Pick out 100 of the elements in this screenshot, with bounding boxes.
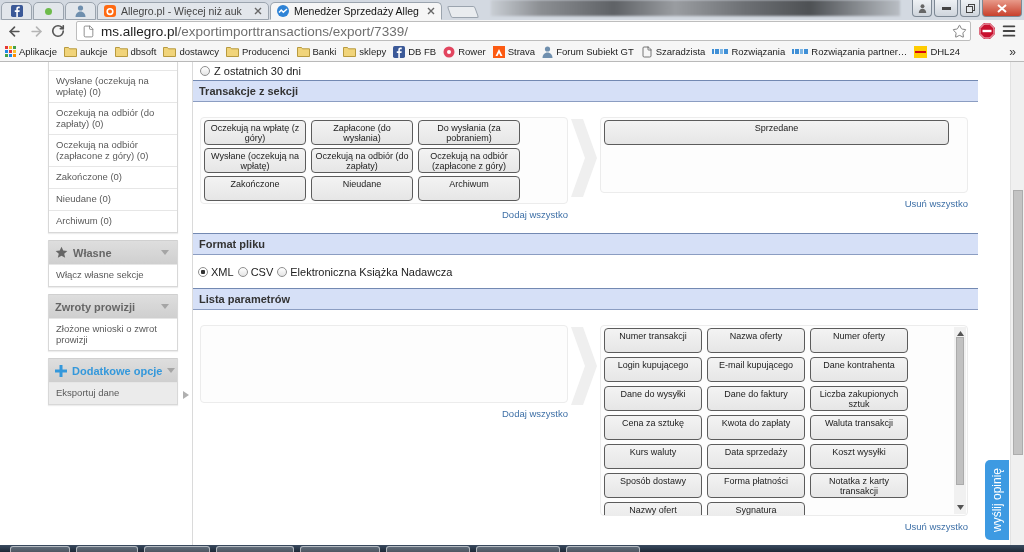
- bookmark[interactable]: Rozwiązania: [712, 46, 786, 57]
- bookmark[interactable]: Banki: [296, 46, 337, 57]
- sidebar-item[interactable]: Nieudane (0): [49, 188, 177, 210]
- scrollbar-track[interactable]: [1010, 62, 1024, 545]
- remove-all-link[interactable]: Usuń wszystko: [904, 521, 968, 532]
- browser-tab[interactable]: Menedżer Sprzedaży Alleg: [270, 2, 442, 20]
- taskbar-button[interactable]: [76, 546, 138, 552]
- sidebar-item[interactable]: Złożone wnioski o zwrot prowizji: [49, 318, 177, 350]
- section-button[interactable]: Oczekują na odbiór (do zapłaty): [311, 148, 413, 173]
- new-tab-button[interactable]: [446, 6, 480, 18]
- parameter-button[interactable]: Numer oferty: [810, 328, 908, 353]
- radio-button[interactable]: [198, 266, 208, 277]
- section-button[interactable]: Oczekują na wpłatę (z góry): [204, 120, 306, 145]
- taskbar-button[interactable]: [10, 546, 70, 552]
- bookmark[interactable]: dostawcy: [163, 46, 219, 57]
- close-icon: [997, 3, 1007, 13]
- radio-button[interactable]: [277, 266, 288, 277]
- sidebar-item[interactable]: Zakończone (0): [49, 166, 177, 188]
- parameter-button[interactable]: Sygnatura: [707, 502, 805, 515]
- parameter-button[interactable]: Kwota do zapłaty: [707, 415, 805, 440]
- taskbar-button[interactable]: [144, 546, 210, 552]
- radio-button[interactable]: [200, 66, 210, 76]
- parameter-button[interactable]: Numer transakcji: [604, 328, 702, 353]
- bookmark[interactable]: aukcje: [64, 46, 108, 57]
- section-button[interactable]: Sprzedane: [604, 120, 949, 145]
- browser-tab[interactable]: [1, 2, 32, 20]
- bookmark[interactable]: Rower: [443, 45, 486, 58]
- parameter-button[interactable]: Forma płatności: [707, 473, 805, 498]
- parameter-button[interactable]: Login kupującego: [604, 357, 702, 382]
- bookmark[interactable]: Producenci: [226, 46, 290, 57]
- section-button[interactable]: Oczekują na odbiór (zapłacone z góry): [418, 148, 520, 173]
- logo-icon: [712, 48, 729, 55]
- section-button[interactable]: Nieudane: [311, 176, 413, 201]
- radio-label: XML: [211, 265, 234, 278]
- bookmark[interactable]: Rozwiązania partner…: [792, 46, 908, 57]
- bookmark[interactable]: Forum Subiekt GT: [542, 45, 634, 58]
- add-all-link[interactable]: Dodaj wszystko: [502, 408, 568, 419]
- bookmark[interactable]: Szaradzista: [640, 45, 706, 58]
- parameter-button[interactable]: Notatka z karty transakcji: [810, 473, 908, 498]
- folder-icon: [114, 46, 128, 57]
- section-button[interactable]: Wysłane (oczekują na wpłatę): [204, 148, 306, 173]
- sidebar-item[interactable]: Oczekują na odbiór (zapłacone z góry) (0): [49, 134, 177, 166]
- parameter-button[interactable]: Waluta transakcji: [810, 415, 908, 440]
- close-icon[interactable]: [427, 7, 435, 15]
- taskbar-button[interactable]: [476, 546, 560, 552]
- scrollbar-track[interactable]: [954, 327, 966, 514]
- section-header: Transakcje z sekcji: [193, 80, 978, 102]
- parameter-button[interactable]: Cena za sztukę: [604, 415, 702, 440]
- adblock-button[interactable]: [977, 21, 997, 41]
- bookmark[interactable]: DB FB: [393, 45, 437, 58]
- remove-all-link[interactable]: Usuń wszystko: [904, 198, 968, 209]
- sidebar-item[interactable]: Wysłane (oczekują na wpłatę) (0): [49, 70, 177, 102]
- bookmark[interactable]: Aplikacje: [5, 46, 58, 57]
- radio-button[interactable]: [237, 266, 248, 277]
- parameter-button[interactable]: Dane do wysyłki: [604, 386, 702, 411]
- parameter-button[interactable]: Koszt wysyłki: [810, 444, 908, 469]
- taskbar-button[interactable]: [300, 546, 380, 552]
- section-button[interactable]: Zakończone: [204, 176, 306, 201]
- parameter-button[interactable]: E-mail kupującego: [707, 357, 805, 382]
- sidebar-item[interactable]: Oczekują na odbiór (do zapłaty) (0): [49, 102, 177, 134]
- folder-icon: [163, 46, 177, 57]
- profile-button[interactable]: [912, 0, 932, 17]
- close-icon[interactable]: [254, 7, 262, 15]
- minimize-button[interactable]: [934, 0, 958, 17]
- parameter-button[interactable]: Dane kontrahenta: [810, 357, 908, 382]
- page-icon: [82, 24, 95, 38]
- restore-button[interactable]: [960, 0, 980, 17]
- bookmarks-overflow-button[interactable]: »: [1007, 44, 1018, 59]
- section-button[interactable]: Zapłacone (do wysłania): [311, 120, 413, 145]
- add-all-link[interactable]: Dodaj wszystko: [502, 209, 568, 220]
- panel-header[interactable]: Własne: [49, 240, 177, 264]
- address-bar[interactable]: ms.allegro.pl/exportimporttransactions/export/7339/: [76, 21, 971, 41]
- parameter-button[interactable]: Nazwa oferty: [707, 328, 805, 353]
- pointer-arrow-icon: [183, 391, 189, 399]
- scroll-down-icon[interactable]: [956, 505, 964, 510]
- parameter-button[interactable]: Data sprzedaży: [707, 444, 805, 469]
- panel-header[interactable]: Zwroty prowizji: [49, 294, 177, 318]
- parameter-button[interactable]: Nazwy ofert: [604, 502, 702, 515]
- parameter-button[interactable]: Dane do faktury: [707, 386, 805, 411]
- person-icon: [75, 5, 86, 17]
- taskbar-button[interactable]: [386, 546, 470, 552]
- scrollbar-thumb[interactable]: [956, 337, 964, 485]
- bookmark[interactable]: sklepy: [343, 46, 387, 57]
- star-icon[interactable]: [952, 23, 967, 39]
- section-button[interactable]: Archiwum: [418, 176, 520, 201]
- sidebar-item[interactable]: Archiwum (0): [49, 210, 177, 232]
- parameter-button[interactable]: Kurs waluty: [604, 444, 702, 469]
- close-window-button[interactable]: [982, 0, 1022, 17]
- parameter-button[interactable]: Liczba zakupionych sztuk: [810, 386, 908, 411]
- bookmark[interactable]: Strava: [492, 45, 536, 58]
- scrollbar-thumb[interactable]: [1012, 190, 1023, 455]
- parameter-button[interactable]: Sposób dostawy: [604, 473, 702, 498]
- browser-tab[interactable]: Allegro.pl - Więcej niż auk: [97, 2, 269, 20]
- sidebar-item[interactable]: Włącz własne sekcje: [49, 264, 177, 286]
- taskbar-button[interactable]: [566, 546, 640, 552]
- bookmark[interactable]: dbsoft: [114, 46, 157, 57]
- section-button[interactable]: Do wysłania (za pobraniem): [418, 120, 520, 145]
- taskbar-button[interactable]: [216, 546, 294, 552]
- caret-icon: [161, 250, 169, 255]
- bookmark[interactable]: DHL24: [914, 45, 960, 58]
